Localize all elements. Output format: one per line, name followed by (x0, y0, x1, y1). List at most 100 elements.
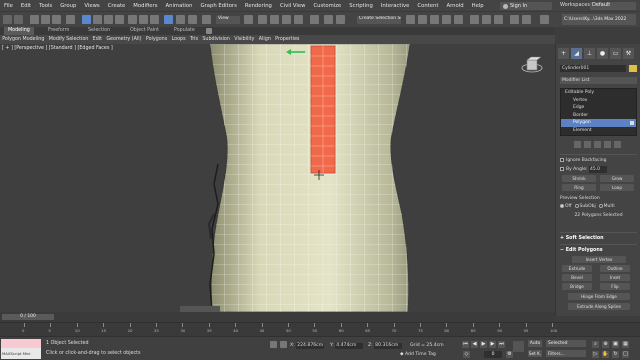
preview-multi-radio[interactable] (598, 203, 603, 208)
menu-create[interactable]: Create (104, 3, 130, 9)
reference-coordinate-dropdown[interactable]: View (216, 16, 240, 24)
absolute-mode-icon[interactable] (280, 341, 287, 348)
extrude-button[interactable]: Extrude (562, 265, 592, 272)
pan-view-icon[interactable]: ✋ (602, 351, 609, 358)
viewport-label[interactable]: [ + ] [Perspective ] [Standard ] [Edged … (2, 46, 113, 51)
select-object-icon[interactable] (82, 15, 91, 24)
selection-filter-icon[interactable] (66, 15, 75, 24)
schematic-view-icon[interactable] (442, 15, 451, 24)
material-editor-icon[interactable] (454, 15, 463, 24)
make-unique-icon[interactable] (594, 141, 601, 148)
rectangle-selection-icon[interactable] (104, 15, 113, 24)
z-field[interactable]: 80.316cm (374, 343, 403, 349)
ribbon-visibility[interactable]: Visibility (232, 37, 256, 42)
selection-set-dropdown[interactable]: Create Selection Set (357, 16, 401, 24)
render-in-cloud-icon[interactable] (522, 15, 531, 24)
project-folder-icon[interactable] (540, 15, 549, 24)
edit-named-selection-icon[interactable] (310, 15, 319, 24)
add-time-tag[interactable]: ◆ Add Time Tag (400, 352, 436, 357)
time-slider[interactable]: 0 / 100 (2, 314, 54, 320)
current-frame-field[interactable]: 0 (484, 351, 502, 358)
by-angle-spinner[interactable]: 45.0 (588, 166, 607, 173)
ignore-backfacing-row[interactable]: Ignore Backfacing (560, 157, 637, 164)
align-icon[interactable] (336, 15, 345, 24)
pin-stack-icon[interactable] (574, 141, 581, 148)
y-field[interactable]: 4.474cm (335, 343, 364, 349)
redo-icon[interactable] (14, 15, 23, 24)
sign-in-button[interactable]: Sign In (500, 2, 552, 10)
select-and-move-icon[interactable] (164, 15, 173, 24)
menu-content[interactable]: Content (413, 3, 442, 9)
project-path-field[interactable]: C:\Users\Ky...\3ds Max 2022 (562, 14, 636, 25)
edit-polygons-rollout[interactable]: − Edit Polygons (560, 247, 637, 254)
tab-object-paint[interactable]: Object Paint (126, 27, 163, 35)
spinner-snap-icon[interactable] (294, 15, 303, 24)
menu-rendering[interactable]: Rendering (241, 3, 276, 9)
tab-populate[interactable]: Populate (170, 27, 199, 35)
x-field[interactable]: 224.876cm (296, 343, 325, 349)
maximize-viewport-icon[interactable]: □ (622, 351, 629, 358)
ribbon-subdivision[interactable]: Subdivision (200, 37, 232, 42)
key-mode-icon[interactable]: ◇ (463, 351, 470, 358)
visibility-icon[interactable] (630, 120, 634, 125)
loop-button[interactable]: Loop (600, 184, 634, 191)
select-by-name-icon[interactable] (93, 15, 102, 24)
extrude-along-spline-button[interactable]: Extrude Along Spline (568, 303, 630, 310)
ribbon-tris[interactable]: Tris (188, 37, 200, 42)
stack-item-editable-poly[interactable]: Editable Poly (561, 89, 636, 97)
insert-vertex-button[interactable]: Insert Vertex (572, 256, 626, 263)
mirror-icon[interactable] (324, 15, 333, 24)
stack-item-element[interactable]: Element (561, 127, 636, 135)
lock-selection-icon[interactable] (270, 341, 277, 348)
soft-selection-rollout[interactable]: + Soft Selection (560, 235, 637, 242)
ribbon-polygons[interactable]: Polygons (144, 37, 170, 42)
menu-modifiers[interactable]: Modifiers (129, 3, 161, 9)
key-filter-dropdown[interactable]: Selected (546, 340, 586, 347)
ignore-backfacing-checkbox[interactable] (560, 157, 564, 162)
go-to-end-icon[interactable]: ⏭ (498, 341, 505, 348)
zoom-extents-all-icon[interactable]: ▦ (622, 341, 629, 348)
rotate-icon[interactable] (139, 15, 148, 24)
hierarchy-tab-icon[interactable]: ⊥ (584, 48, 595, 59)
ribbon-loops[interactable]: Loops (169, 37, 187, 42)
ribbon-properties[interactable]: Properties (273, 37, 302, 42)
scale-icon[interactable] (150, 15, 159, 24)
tab-freeform[interactable]: Freeform (44, 27, 73, 35)
toggle-ribbon-icon[interactable] (418, 15, 427, 24)
layer-explorer-icon[interactable] (406, 15, 415, 24)
menu-tools[interactable]: Tools (35, 3, 56, 9)
workspace-dropdown[interactable]: Default (590, 2, 636, 10)
track-bar[interactable]: 0 5 10 15 20 25 30 35 40 45 50 55 60 65 70 75 80 85 90 95 10… (0, 322, 640, 336)
preview-off-radio[interactable] (560, 203, 564, 208)
snap-toggle-icon[interactable] (258, 15, 267, 24)
menu-group[interactable]: Group (56, 3, 80, 9)
tab-modeling[interactable]: Modeling (4, 27, 34, 35)
create-tab-icon[interactable]: + (558, 48, 569, 59)
stack-item-vertex[interactable]: Vertex (561, 97, 636, 105)
curve-editor-icon[interactable] (430, 15, 439, 24)
arnold-render-icon[interactable] (510, 15, 519, 24)
previous-frame-icon[interactable]: ◀ (471, 341, 478, 348)
pivot-center-icon[interactable] (244, 15, 253, 24)
set-key-icon[interactable] (513, 341, 524, 352)
outline-button[interactable]: Outline (600, 265, 630, 272)
angle-snap-icon[interactable] (270, 15, 279, 24)
ribbon-modify-selection[interactable]: Modify Selection (47, 37, 91, 42)
move-icon[interactable] (128, 15, 137, 24)
menu-animation[interactable]: Animation (161, 3, 196, 9)
menu-help[interactable]: Help (468, 3, 488, 9)
rendered-frame-icon[interactable] (482, 15, 491, 24)
stack-item-polygon[interactable]: Polygon (561, 119, 636, 127)
maxscript-listener[interactable]: MAXScript Mini (1, 339, 41, 359)
stack-item-border[interactable]: Border (561, 112, 636, 120)
inset-button[interactable]: Inset (600, 274, 630, 281)
ribbon-options-icon[interactable] (206, 28, 212, 34)
select-and-rotate-icon[interactable] (176, 15, 185, 24)
grow-button[interactable]: Grow (600, 175, 634, 182)
object-color-swatch[interactable] (629, 65, 637, 72)
stack-item-edge[interactable]: Edge (561, 104, 636, 112)
bridge-button[interactable]: Bridge (562, 283, 592, 290)
preview-subobj-radio[interactable] (574, 203, 579, 208)
flip-button[interactable]: Flip (600, 283, 630, 290)
ring-button[interactable]: Ring (562, 184, 596, 191)
